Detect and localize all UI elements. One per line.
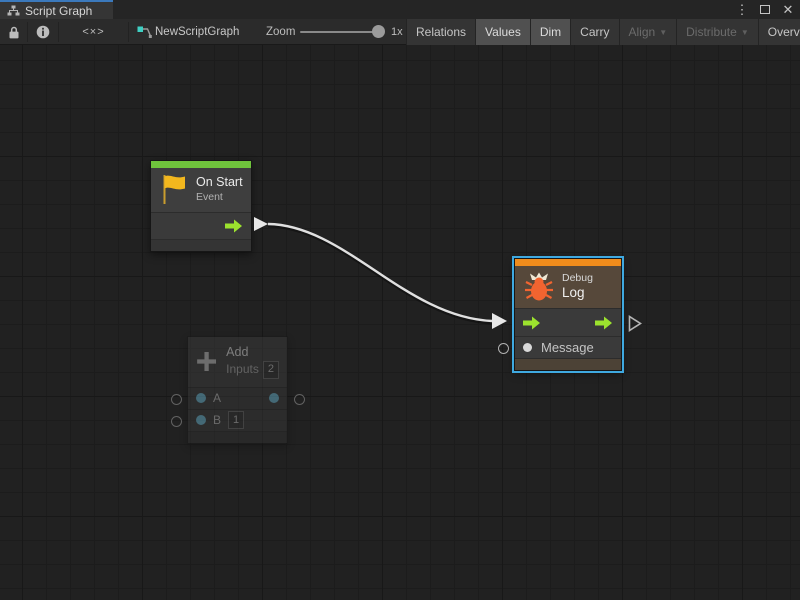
align-label: Align <box>629 25 656 39</box>
port-b-empty-ring[interactable] <box>171 416 182 427</box>
graph-hierarchy-icon <box>7 5 20 16</box>
zoom-label: Zoom <box>266 19 295 45</box>
distribute-dropdown[interactable]: Distribute ▼ <box>676 19 758 45</box>
message-port-empty-ring[interactable] <box>498 343 509 354</box>
message-port-label: Message <box>541 340 594 355</box>
overview-button[interactable]: Overview <box>758 19 800 45</box>
relations-button[interactable]: Relations <box>406 19 475 45</box>
graph-asset-name[interactable]: NewScriptGraph <box>155 19 239 45</box>
port-b-value-field[interactable]: 1 <box>228 411 244 429</box>
on-start-flow-row <box>151 212 251 239</box>
debug-accent-bar <box>515 259 621 266</box>
message-input-port[interactable] <box>523 343 532 352</box>
distribute-label: Distribute <box>686 25 737 39</box>
overview-label: Overview <box>768 25 800 39</box>
dim-label: Dim <box>540 25 561 39</box>
window-tab-bar: Script Graph ⋮ ✕ <box>0 0 800 19</box>
carry-button[interactable]: Carry <box>570 19 618 45</box>
flag-icon <box>160 173 188 206</box>
maximize-glyph <box>760 5 770 14</box>
window-menu-icon[interactable]: ⋮ <box>734 2 750 18</box>
flow-output-arrow-icon[interactable] <box>225 219 243 233</box>
inputs-count-field[interactable]: 2 <box>263 361 279 379</box>
tab-title: Script Graph <box>25 4 92 18</box>
node-title: Add <box>226 345 279 361</box>
debug-log-message-row: Message <box>515 336 621 358</box>
output-port-empty-ring[interactable] <box>294 394 305 405</box>
graph-canvas[interactable]: On Start Event <box>0 45 800 600</box>
input-port-a[interactable] <box>196 393 206 403</box>
chevron-down-icon: ▼ <box>659 28 667 37</box>
info-button[interactable] <box>28 19 58 45</box>
dim-button[interactable]: Dim <box>530 19 570 45</box>
debug-log-footer <box>515 358 621 370</box>
tab-script-graph[interactable]: Script Graph <box>0 0 113 19</box>
debug-log-titles: Debug Log <box>562 272 593 302</box>
code-view-button[interactable]: <×> <box>59 19 128 45</box>
wire-arrowhead <box>492 313 507 329</box>
carry-label: Carry <box>580 25 609 39</box>
align-dropdown[interactable]: Align ▼ <box>619 19 677 45</box>
chevron-down-icon: ▼ <box>741 28 749 37</box>
add-inputs-row: Inputs 2 <box>226 361 279 379</box>
on-start-titles: On Start Event <box>196 175 243 204</box>
code-icon: <×> <box>82 26 104 38</box>
port-b-label: B <box>213 413 221 427</box>
node-subtitle: Event <box>196 191 243 204</box>
maximize-icon[interactable] <box>757 2 773 18</box>
zoom-slider-handle[interactable] <box>372 25 385 38</box>
lock-icon <box>8 26 20 39</box>
add-header: Add Inputs 2 <box>188 337 287 387</box>
node-on-start[interactable]: On Start Event <box>150 160 252 252</box>
node-add[interactable]: Add Inputs 2 A B 1 <box>187 336 288 444</box>
add-port-row-b: B 1 <box>188 409 287 431</box>
output-port-sum[interactable] <box>269 393 279 403</box>
on-start-header: On Start Event <box>151 168 251 212</box>
connection-layer <box>0 45 800 600</box>
relations-label: Relations <box>416 25 466 39</box>
script-graph-window: Script Graph ⋮ ✕ <×> <box>0 0 800 600</box>
add-titles: Add Inputs 2 <box>226 345 279 379</box>
info-icon <box>36 25 50 39</box>
values-label: Values <box>485 25 521 39</box>
graph-asset-icon <box>136 19 153 45</box>
port-a-label: A <box>213 391 221 405</box>
debug-log-flow-row <box>515 308 621 336</box>
graph-toolbar: <×> NewScriptGraph Zoom 1x Relations Val… <box>0 19 800 45</box>
event-accent-bar <box>151 161 251 168</box>
debug-log-header: Debug Log <box>515 266 621 308</box>
values-button[interactable]: Values <box>475 19 530 45</box>
node-title: On Start <box>196 175 243 191</box>
wire-shadow <box>268 226 492 323</box>
node-title: Log <box>562 285 593 302</box>
flow-output-arrow-icon[interactable] <box>595 316 613 330</box>
plus-icon <box>195 348 218 375</box>
toolbar-button-group: Relations Values Dim Carry Align ▼ Distr… <box>406 19 800 45</box>
add-footer <box>188 431 287 443</box>
bug-icon <box>524 271 554 302</box>
add-port-row-a: A <box>188 387 287 409</box>
toolbar-separator <box>128 22 129 42</box>
node-category: Debug <box>562 272 593 285</box>
flow-input-arrow-icon[interactable] <box>523 316 541 330</box>
inputs-label: Inputs <box>226 362 259 377</box>
window-controls: ⋮ ✕ <box>734 0 796 19</box>
wire-onstart-to-log <box>268 224 492 321</box>
lock-button[interactable] <box>0 19 27 45</box>
input-port-b[interactable] <box>196 415 206 425</box>
port-a-empty-ring[interactable] <box>171 394 182 405</box>
onstart-output-port-connected[interactable] <box>254 217 268 231</box>
close-icon[interactable]: ✕ <box>780 2 796 18</box>
flow-output-port-empty[interactable] <box>628 315 642 332</box>
on-start-footer <box>151 239 251 251</box>
node-debug-log[interactable]: Debug Log Message <box>514 258 622 371</box>
zoom-value: 1x <box>391 19 403 45</box>
